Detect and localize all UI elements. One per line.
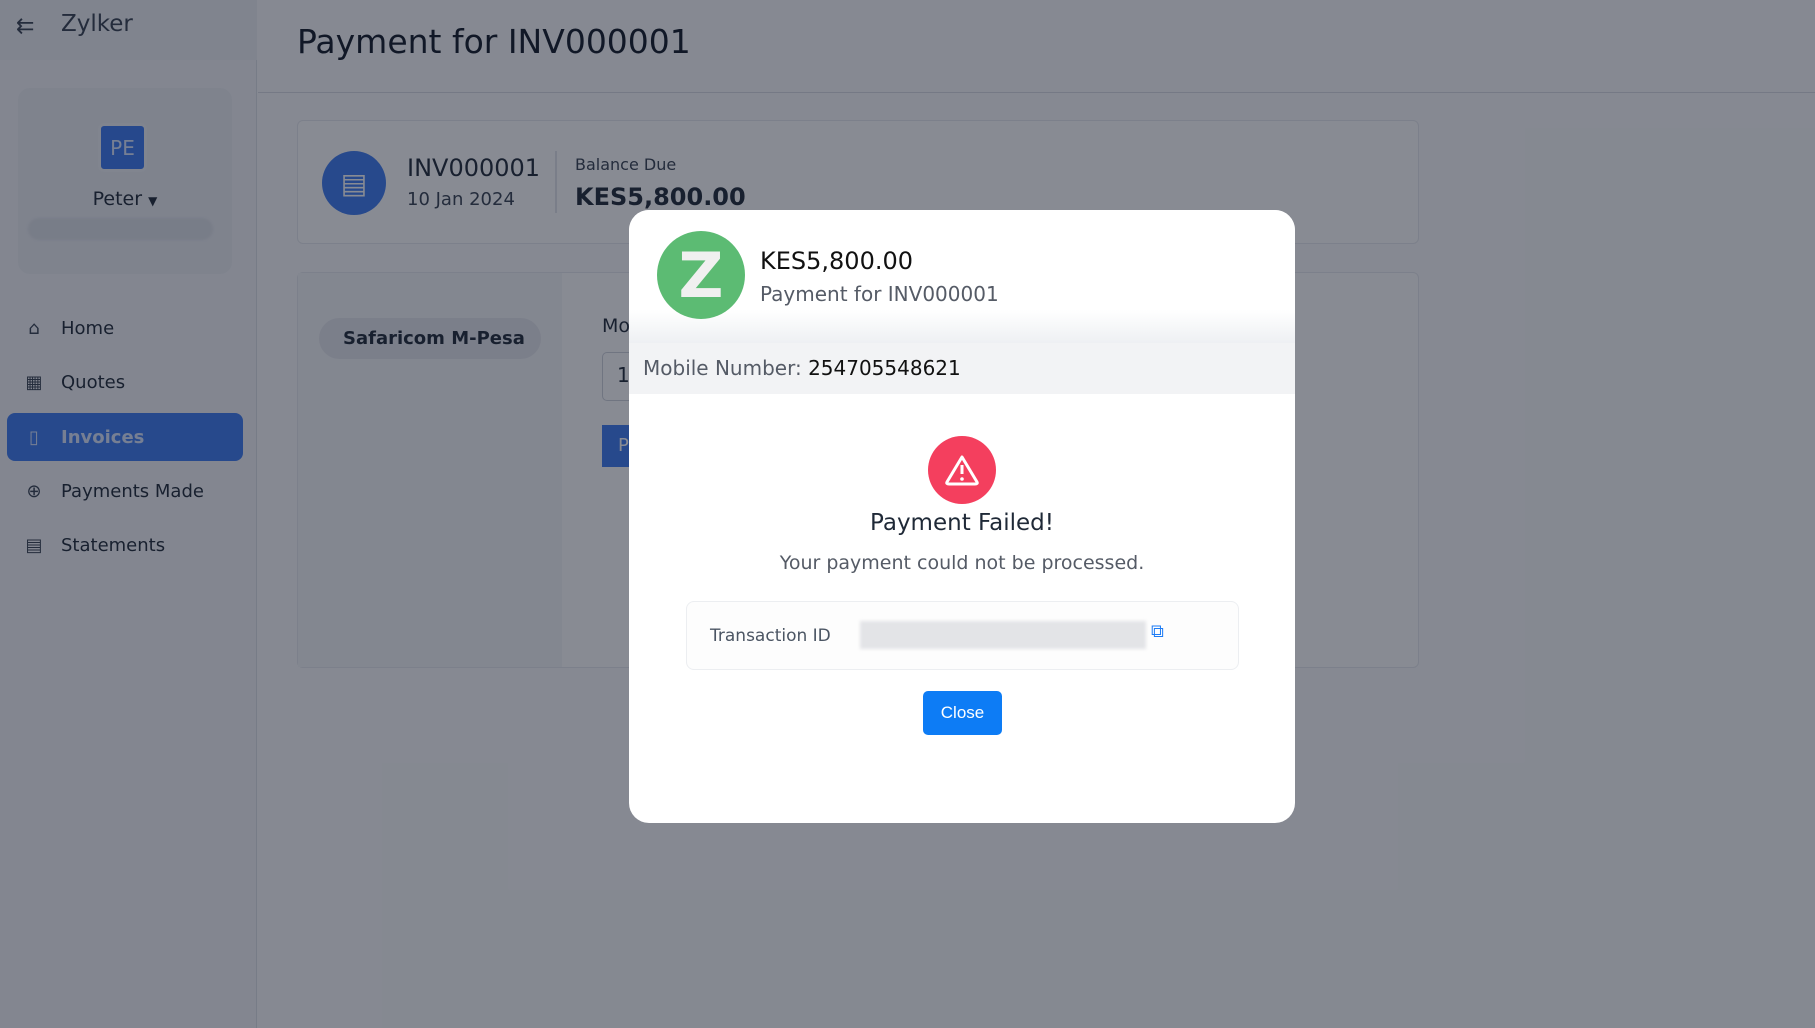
payment-status-modal: Z KES5,800.00 Payment for INV000001 Mobi… xyxy=(629,210,1295,823)
status-message: Your payment could not be processed. xyxy=(779,552,1145,574)
close-button[interactable]: Close xyxy=(923,691,1002,735)
copy-icon[interactable]: ⧉ xyxy=(1151,621,1164,642)
modal-header: Z KES5,800.00 Payment for INV000001 xyxy=(629,210,1295,343)
warning-icon xyxy=(928,436,996,504)
transaction-id-box: Transaction ID ⧉ xyxy=(686,601,1239,670)
payment-subtitle: Payment for INV000001 xyxy=(760,282,999,306)
transaction-id-label: Transaction ID xyxy=(710,626,831,646)
payment-amount: KES5,800.00 xyxy=(760,247,914,275)
mobile-number-bar: Mobile Number: 254705548621 xyxy=(629,343,1295,394)
status-title: Payment Failed! xyxy=(870,510,1054,536)
mobile-number-label: Mobile Number: xyxy=(643,356,802,380)
transaction-id-redacted xyxy=(860,621,1146,649)
mobile-number-value: 254705548621 xyxy=(808,356,961,380)
zylker-logo: Z xyxy=(657,231,745,319)
logo-letter: Z xyxy=(678,238,724,312)
